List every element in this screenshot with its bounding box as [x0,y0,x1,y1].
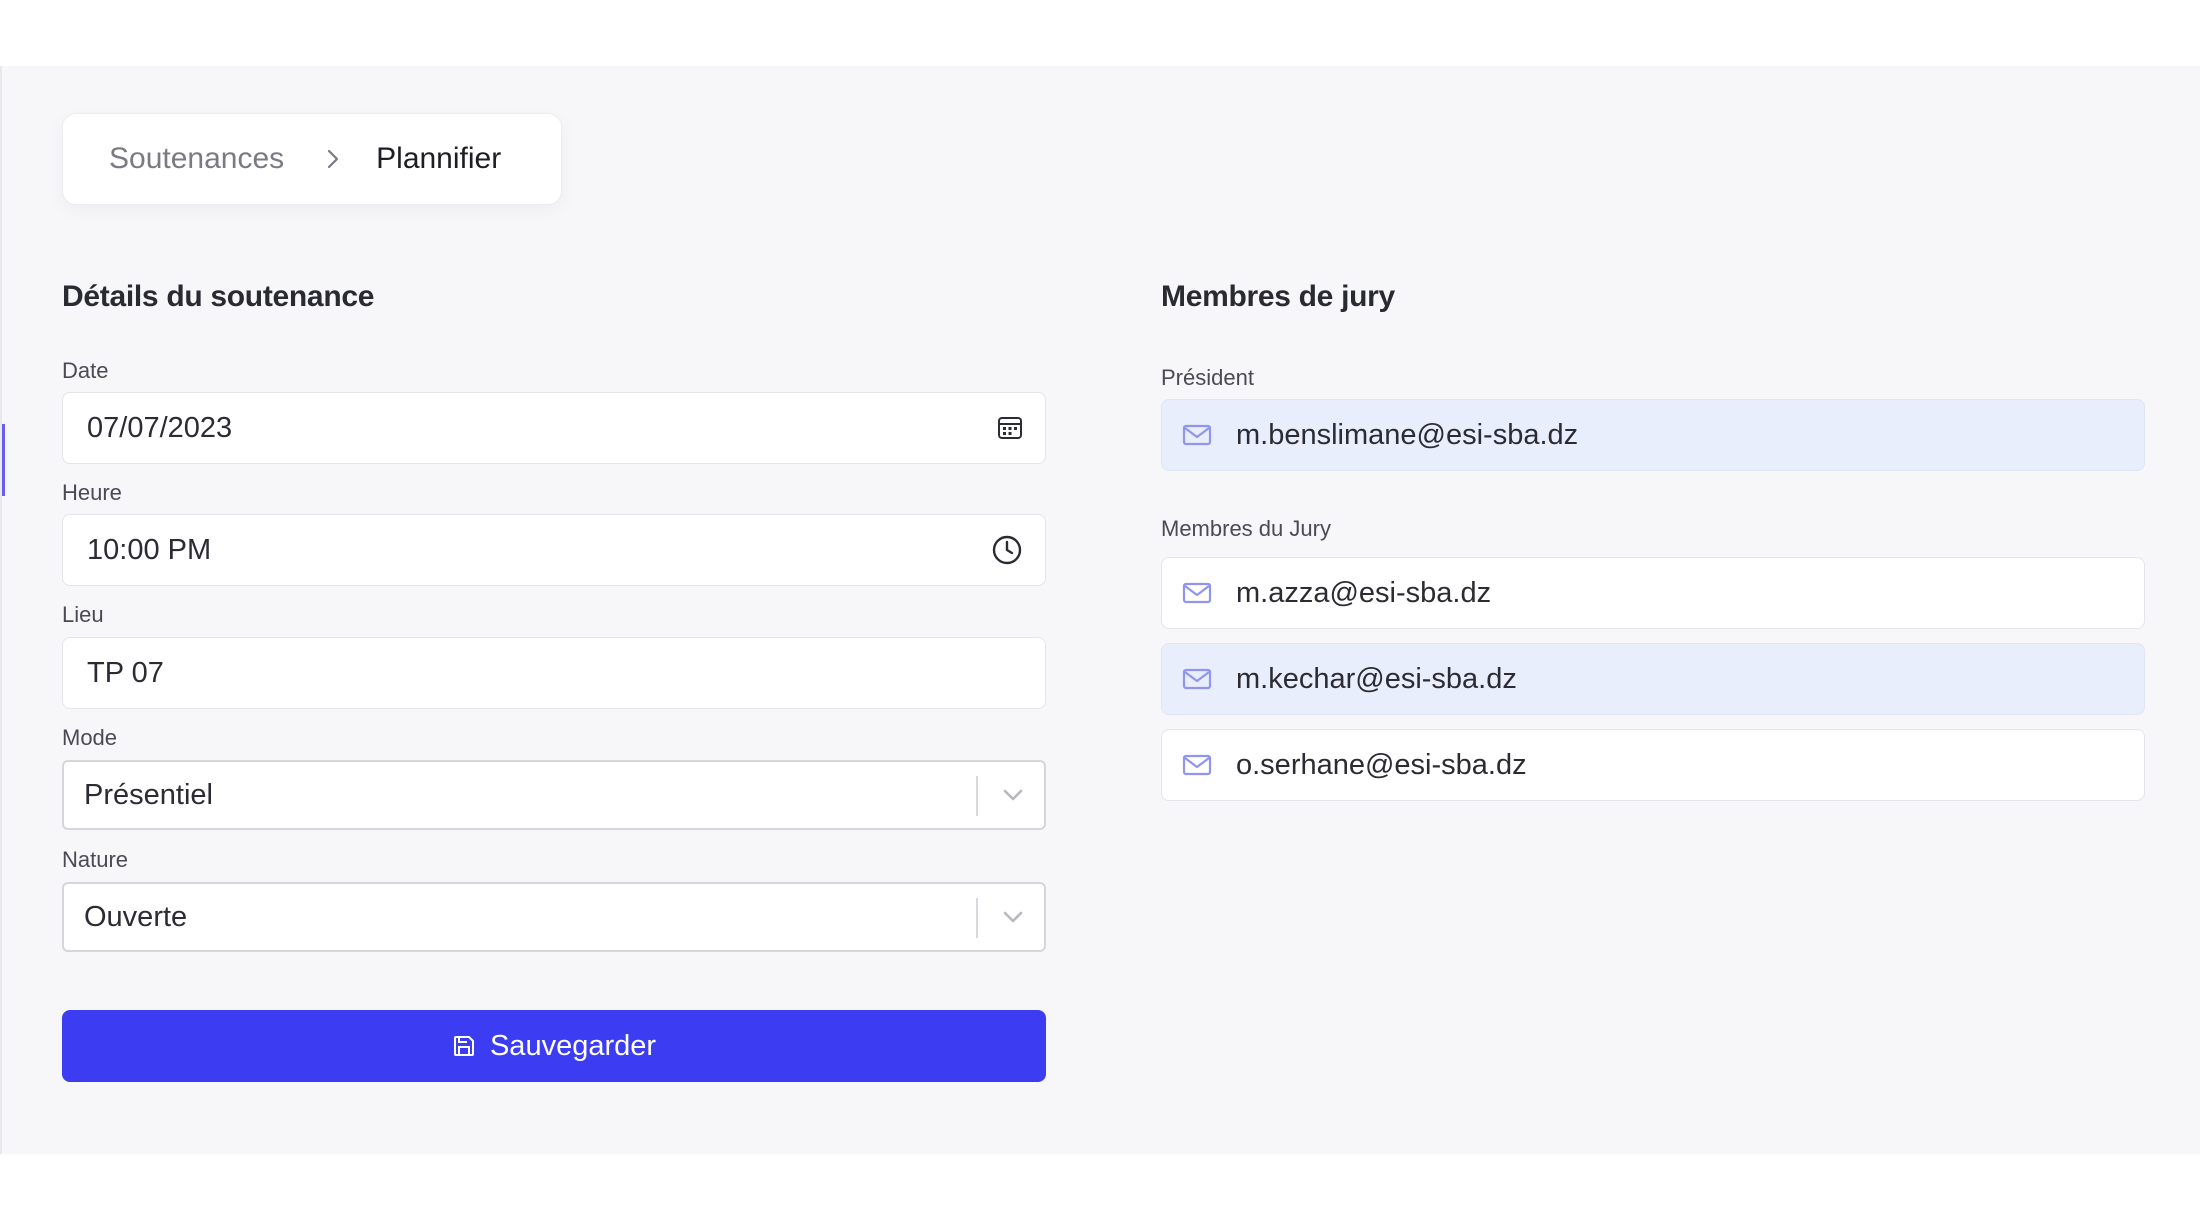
mode-value: Présentiel [84,778,213,811]
jury-member-field[interactable]: m.kechar@esi-sba.dz [1161,643,2145,715]
nature-label: Nature [62,847,129,872]
mode-label: Mode [62,725,118,750]
chevron-down-icon[interactable] [1002,788,1024,802]
details-title: Détails du soutenance [62,280,375,313]
nature-value: Ouverte [84,900,188,933]
save-button[interactable]: Sauvegarder [62,1010,1046,1082]
jury-title: Membres de jury [1161,280,1395,313]
save-label: Sauvegarder [489,1029,657,1062]
mail-icon [1182,581,1212,605]
jury-member-field[interactable]: o.serhane@esi-sba.dz [1161,729,2145,801]
mail-icon [1182,667,1212,691]
jury-member-email: m.kechar@esi-sba.dz [1236,662,1517,695]
date-input[interactable]: 07/07/2023 [62,392,1046,464]
lieu-input[interactable]: TP 07 [62,637,1046,709]
members-label: Membres du Jury [1161,516,1331,541]
select-divider [976,898,978,938]
president-email: m.benslimane@esi-sba.dz [1236,418,1579,451]
president-label: Président [1161,365,1254,390]
date-value: 07/07/2023 [87,411,233,444]
date-label: Date [62,358,109,383]
jury-member-email: m.azza@esi-sba.dz [1236,576,1492,609]
jury-member-field[interactable]: m.azza@esi-sba.dz [1161,557,2145,629]
mail-icon [1182,423,1212,447]
mail-icon [1182,753,1212,777]
sidebar-active-indicator [2,424,5,496]
mode-select[interactable]: Présentiel [62,760,1046,830]
main-content: Soutenances Plannifier Détails du souten… [0,66,2200,1154]
lieu-value: TP 07 [87,656,164,689]
chevron-down-icon[interactable] [1002,910,1024,924]
clock-icon[interactable] [991,534,1023,566]
chevron-right-icon [326,148,340,170]
calendar-icon[interactable] [997,415,1023,441]
nature-select[interactable]: Ouverte [62,882,1046,952]
lieu-label: Lieu [62,602,104,627]
breadcrumb: Soutenances Plannifier [62,113,562,205]
president-email-field[interactable]: m.benslimane@esi-sba.dz [1161,399,2145,471]
breadcrumb-current: Plannifier [376,142,502,175]
jury-member-email: o.serhane@esi-sba.dz [1236,748,1527,781]
heure-input[interactable]: 10:00 PM [62,514,1046,586]
select-divider [976,776,978,816]
breadcrumb-soutenances-link[interactable]: Soutenances [109,142,284,176]
heure-label: Heure [62,480,122,505]
save-icon [452,1034,476,1058]
heure-value: 10:00 PM [87,533,212,566]
